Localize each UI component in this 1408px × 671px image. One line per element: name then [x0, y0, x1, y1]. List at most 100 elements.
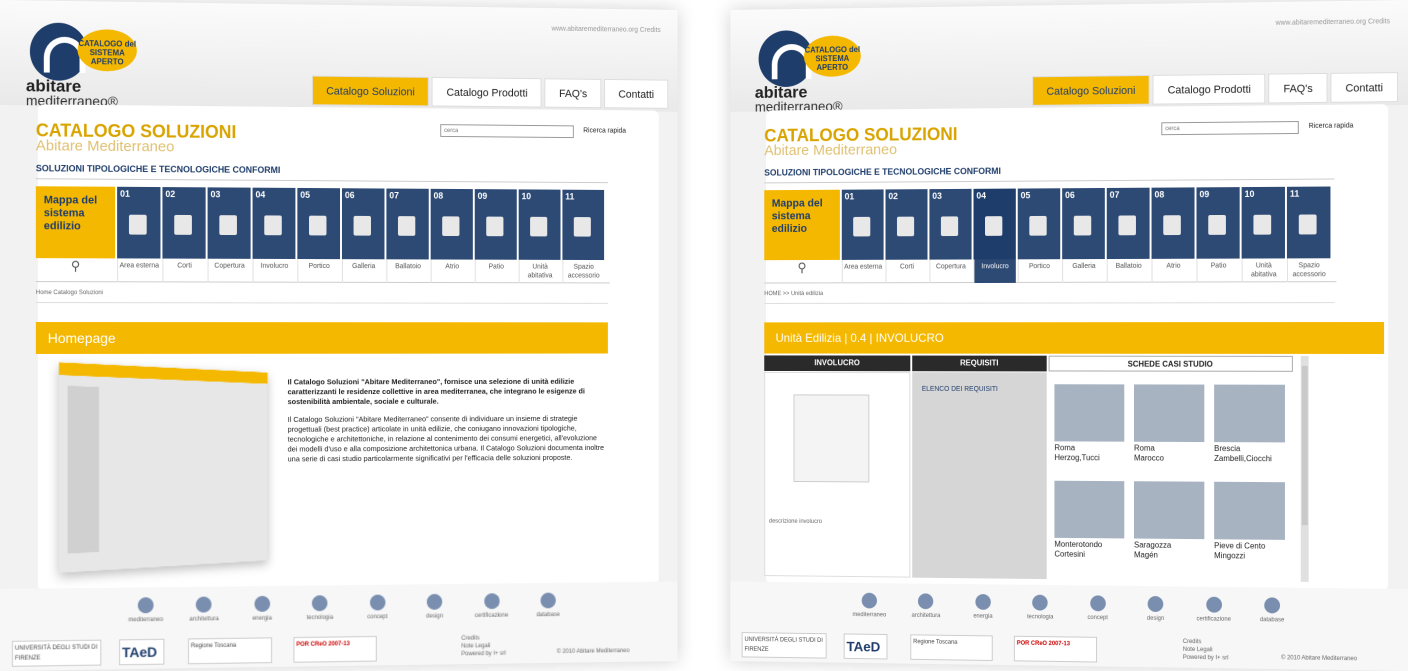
unit-tile-11[interactable]: 11	[1286, 186, 1331, 259]
magnifier-icon[interactable]: ⚲	[36, 258, 115, 282]
unit-label[interactable]: Galleria	[1062, 259, 1105, 283]
unit-tile-10[interactable]: 10	[1241, 186, 1285, 259]
unit-tile-10[interactable]: 10	[518, 189, 561, 260]
case-study-card[interactable]: Pieve di Cento Mingozzi	[1214, 481, 1285, 562]
breadcrumb[interactable]: Home Catalogo Soluzioni	[36, 290, 103, 296]
unit-tile-04[interactable]: 04	[252, 187, 296, 260]
unit-label[interactable]: Spazio accessorio	[562, 259, 605, 284]
footer-link-architettura[interactable]: architettura	[178, 596, 231, 623]
footer-link-concept[interactable]: concept	[1072, 595, 1124, 621]
footer-link-database[interactable]: database	[522, 592, 573, 618]
footer-link-tecnologia[interactable]: tecnologia	[294, 595, 346, 621]
unit-tile-05[interactable]: 05	[297, 187, 341, 260]
unit-tile-07[interactable]: 07	[1106, 187, 1150, 260]
unit-tile-03[interactable]: 03	[929, 188, 972, 260]
unit-label[interactable]: Atrio	[1151, 258, 1195, 283]
logo-por-creo[interactable]: POR CReO 2007-13	[1013, 635, 1098, 663]
search-button[interactable]: Ricerca rapida	[583, 127, 626, 134]
footer-link-tecnologia[interactable]: tecnologia	[1014, 594, 1066, 621]
footer-link-mediterraneo[interactable]: mediterraneo	[844, 592, 895, 619]
unit-label-selected[interactable]: Involucro	[973, 259, 1016, 284]
unit-label[interactable]: Copertura	[929, 259, 972, 284]
requisiti-link[interactable]: ELENCO DEI REQUISITI	[922, 386, 998, 393]
tab-requisiti[interactable]: REQUISITI	[912, 355, 1047, 372]
unit-label[interactable]: Atrio	[430, 259, 473, 284]
unit-label[interactable]: Ballatoio	[386, 259, 429, 284]
unit-tile-09[interactable]: 09	[1196, 187, 1240, 259]
unit-label[interactable]: Galleria	[341, 259, 385, 283]
footer-link-design[interactable]: design	[1129, 596, 1182, 622]
case-study-card[interactable]: Saragozza Magén	[1133, 481, 1205, 561]
mappa-button[interactable]: Mappa del sistema edilizio	[35, 186, 116, 259]
unit-label[interactable]: Spazio accessorio	[1286, 258, 1331, 283]
tab-faq[interactable]: FAQ's	[544, 78, 602, 109]
case-study-card[interactable]: Roma Marocco	[1133, 384, 1205, 463]
tab-involucro[interactable]: INVOLUCRO	[764, 355, 911, 372]
mappa-button[interactable]: Mappa del sistema edilizio	[764, 189, 840, 261]
case-study-card[interactable]: Brescia Zambelli,Ciocchi	[1214, 384, 1285, 465]
footer-link-certificazione[interactable]: certificazione	[466, 593, 518, 619]
search-button[interactable]: Ricerca rapida	[1309, 123, 1354, 130]
footer-link-mediterraneo[interactable]: mediterraneo	[119, 597, 172, 623]
tab-catalogo-soluzioni[interactable]: Catalogo Soluzioni	[1031, 74, 1151, 106]
tab-catalogo-soluzioni[interactable]: Catalogo Soluzioni	[311, 75, 430, 107]
tab-contatti[interactable]: Contatti	[1330, 72, 1399, 103]
case-study-card[interactable]: Roma Herzog,Tucci	[1054, 384, 1125, 463]
unit-label[interactable]: Ballatoio	[1106, 258, 1150, 283]
unit-tile-08[interactable]: 08	[430, 188, 473, 260]
footer-link-concept[interactable]: concept	[351, 594, 403, 620]
unit-tile-11[interactable]: 11	[562, 189, 605, 261]
unit-tile-06[interactable]: 06	[341, 188, 385, 260]
logo-taed[interactable]: TAeD	[843, 633, 888, 660]
footer-link-certificazione[interactable]: certificazione	[1187, 596, 1240, 623]
unit-label[interactable]: Patio	[1196, 258, 1240, 283]
logo-regione-toscana[interactable]: Regione Toscana	[910, 634, 993, 661]
search-input[interactable]	[1161, 121, 1299, 136]
magnifier-icon[interactable]: ⚲	[764, 260, 840, 284]
unit-label[interactable]: Patio	[474, 259, 517, 284]
unit-label[interactable]: Unità abitativa	[518, 259, 561, 284]
tab-catalogo-prodotti[interactable]: Catalogo Prodotti	[432, 76, 542, 108]
unit-tile-05[interactable]: 05	[1017, 188, 1061, 260]
case-study-card[interactable]: Monterotondo Cortesini	[1054, 480, 1125, 560]
logo-unifi[interactable]: UNIVERSITÀ DEGLI STUDI DI FIRENZE	[741, 632, 827, 659]
logo-taed[interactable]: TAeD	[119, 638, 165, 666]
unit-label[interactable]: Portico	[297, 259, 341, 283]
unit-label[interactable]: Corti	[162, 258, 206, 283]
unit-tile-02[interactable]: 02	[162, 187, 206, 259]
tab-faq[interactable]: FAQ's	[1268, 72, 1328, 104]
unit-label[interactable]: Involucro	[252, 258, 296, 283]
unit-label[interactable]: Copertura	[207, 258, 251, 283]
site-logo[interactable]: CATALOGO del SISTEMA APERTO abitare medi…	[20, 16, 217, 109]
unit-tile-06[interactable]: 06	[1062, 187, 1105, 260]
unit-tile-07[interactable]: 07	[386, 188, 429, 260]
unit-label[interactable]: Area esterna	[841, 259, 884, 284]
logo-por-creo[interactable]: POR CReO 2007-13	[293, 635, 377, 663]
footer-link-database[interactable]: database	[1246, 597, 1299, 623]
footer-links[interactable]: Credits Note Legali Powered by I+ srl	[1183, 638, 1229, 662]
unit-tile-02[interactable]: 02	[885, 189, 928, 260]
unit-tile-01[interactable]: 01	[841, 189, 884, 260]
unit-label[interactable]: Area esterna	[117, 258, 161, 283]
unit-tile-03[interactable]: 03	[207, 187, 251, 259]
search-input[interactable]	[440, 124, 574, 139]
unit-tile-01[interactable]: 01	[117, 186, 161, 259]
unit-label[interactable]: Corti	[885, 259, 928, 284]
tab-catalogo-prodotti[interactable]: Catalogo Prodotti	[1152, 73, 1266, 105]
unit-tile-08[interactable]: 08	[1151, 187, 1195, 259]
unit-tile-09[interactable]: 09	[474, 189, 517, 260]
footer-link-energia[interactable]: energia	[957, 594, 1009, 620]
logo-unifi[interactable]: UNIVERSITÀ DEGLI STUDI DI FIRENZE	[11, 639, 102, 667]
logo-regione-toscana[interactable]: Regione Toscana	[187, 637, 273, 665]
footer-link-energia[interactable]: energia	[236, 595, 289, 622]
site-logo[interactable]: CATALOGO del SISTEMA APERTO abitare medi…	[749, 23, 939, 114]
unit-label[interactable]: Portico	[1017, 259, 1061, 283]
footer-link-design[interactable]: design	[409, 593, 461, 620]
unit-label[interactable]: Unità abitativa	[1241, 258, 1285, 283]
scrollbar[interactable]	[1300, 355, 1309, 582]
scrollbar-thumb[interactable]	[1301, 365, 1308, 526]
unit-tile-04[interactable]: 04	[973, 188, 1016, 260]
footer-link-architettura[interactable]: architettura	[900, 593, 952, 619]
footer-links[interactable]: Credits Note Legali Powered by I+ srl	[461, 634, 505, 658]
tab-schede-casi-studio[interactable]: SCHEDE CASI STUDIO	[1048, 355, 1293, 372]
